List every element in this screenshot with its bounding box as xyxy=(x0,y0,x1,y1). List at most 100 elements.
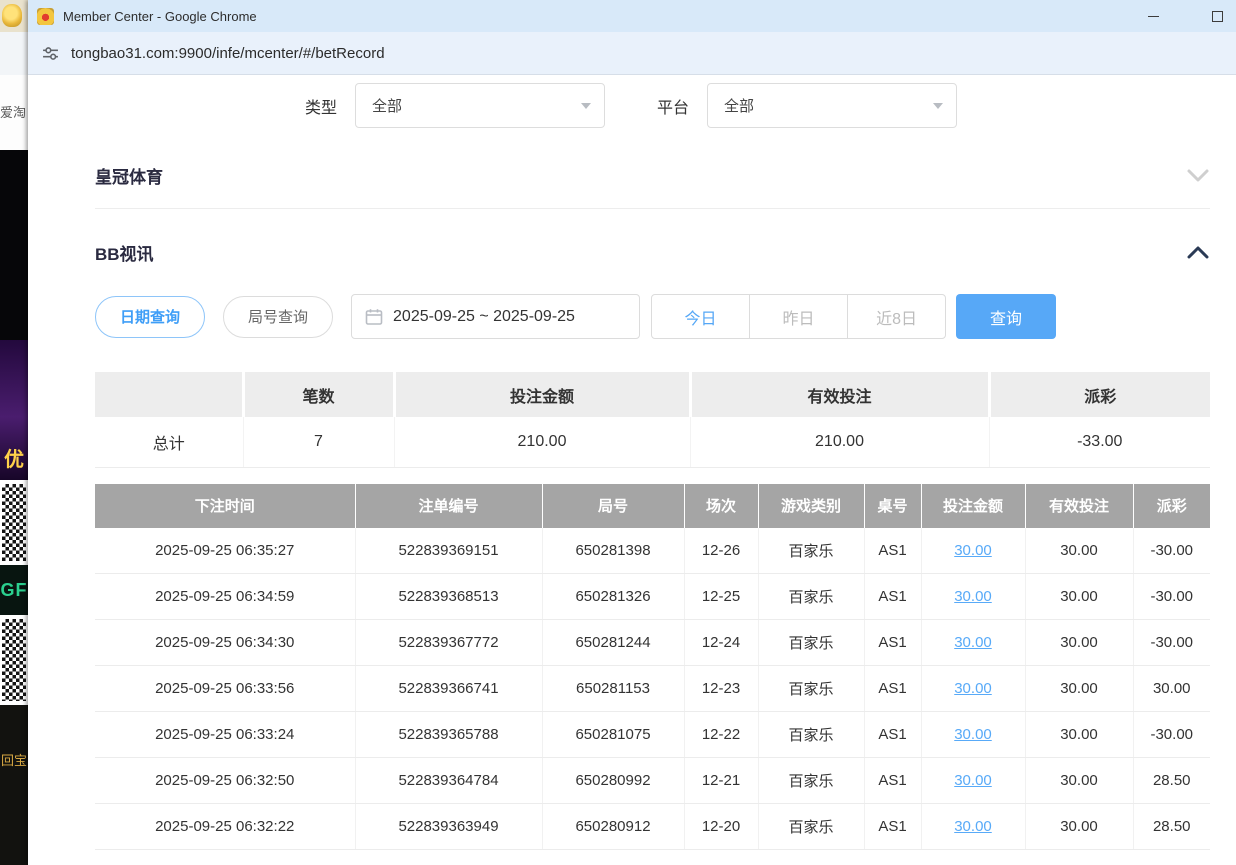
cell-table-no: AS1 xyxy=(864,712,921,758)
yesterday-button[interactable]: 昨日 xyxy=(749,294,848,339)
cell-valid: 30.00 xyxy=(1025,666,1133,712)
cell-bet-id: 522839369151 xyxy=(355,528,542,574)
summary-valid: 210.00 xyxy=(690,417,989,467)
cell-time: 2025-09-25 06:32:22 xyxy=(95,804,355,850)
cell-game: 百家乐 xyxy=(758,574,864,620)
cell-table-no: AS1 xyxy=(864,574,921,620)
cell-bet-id: 522839368513 xyxy=(355,574,542,620)
bet-amount-link[interactable]: 30.00 xyxy=(954,772,992,789)
summary-header-amount: 投注金额 xyxy=(394,372,690,417)
cell-bet-id: 522839364784 xyxy=(355,758,542,804)
section-divider xyxy=(95,208,1210,209)
cell-bet-id: 522839367772 xyxy=(355,620,542,666)
background-text-you: 优 xyxy=(4,443,24,480)
round-query-button[interactable]: 局号查询 xyxy=(223,296,333,338)
bet-amount-link[interactable]: 30.00 xyxy=(954,680,992,697)
summary-header-count: 笔数 xyxy=(243,372,394,417)
bet-table-header-row: 下注时间 注单编号 局号 场次 游戏类别 桌号 投注金额 有效投注 派彩 xyxy=(95,484,1210,528)
cell-game: 百家乐 xyxy=(758,620,864,666)
summary-header-payout: 派彩 xyxy=(989,372,1210,417)
bet-table-body: 2025-09-25 06:35:27522839369151650281398… xyxy=(95,528,1210,850)
section-crown-sports[interactable]: 皇冠体育 xyxy=(95,158,1210,192)
cell-bet-id: 522839365788 xyxy=(355,712,542,758)
type-select[interactable]: 全部 xyxy=(355,83,605,128)
last-8-days-button[interactable]: 近8日 xyxy=(847,294,946,339)
qr-pattern xyxy=(2,484,26,561)
cell-table-no: AS1 xyxy=(864,528,921,574)
type-select-value: 全部 xyxy=(372,95,402,116)
cell-amount: 30.00 xyxy=(921,574,1025,620)
cell-session: 12-21 xyxy=(684,758,758,804)
bet-record-table: 下注时间 注单编号 局号 场次 游戏类别 桌号 投注金额 有效投注 派彩 202… xyxy=(95,484,1210,851)
qr-pattern xyxy=(2,619,26,701)
maximize-button[interactable] xyxy=(1202,1,1232,31)
cell-game: 百家乐 xyxy=(758,804,864,850)
background-taskbar-area xyxy=(0,0,28,32)
cell-session: 12-20 xyxy=(684,804,758,850)
background-dark-area xyxy=(0,150,28,340)
bet-amount-link[interactable]: 30.00 xyxy=(954,634,992,651)
col-valid-bet: 有效投注 xyxy=(1025,484,1133,528)
date-range-picker[interactable]: 2025-09-25 ~ 2025-09-25 xyxy=(351,294,640,339)
cell-payout: 28.50 xyxy=(1133,758,1210,804)
background-text-gf: GF xyxy=(1,580,28,601)
summary-count: 7 xyxy=(243,417,394,467)
date-query-button[interactable]: 日期查询 xyxy=(95,296,205,338)
today-button[interactable]: 今日 xyxy=(651,294,750,339)
background-logo-area: GF xyxy=(0,565,28,615)
platform-label: 平台 xyxy=(657,94,689,118)
cell-time: 2025-09-25 06:33:56 xyxy=(95,666,355,712)
chevron-up-icon[interactable] xyxy=(1186,245,1210,260)
cell-session: 12-23 xyxy=(684,666,758,712)
cell-amount: 30.00 xyxy=(921,712,1025,758)
query-button[interactable]: 查询 xyxy=(956,294,1056,339)
cell-table-no: AS1 xyxy=(864,620,921,666)
bet-amount-link[interactable]: 30.00 xyxy=(954,726,992,743)
cell-valid: 30.00 xyxy=(1025,712,1133,758)
browser-address-bar: tongbao31.com:9900/infe/mcenter/#/betRec… xyxy=(28,32,1236,75)
main-content: 皇冠体育 BB视讯 日期查询 局号查询 xyxy=(95,158,1210,850)
browser-window: Member Center - Google Chrome tongbao31.… xyxy=(28,0,1236,865)
cell-bet-id: 522839363949 xyxy=(355,804,542,850)
summary-amount: 210.00 xyxy=(394,417,690,467)
cell-valid: 30.00 xyxy=(1025,758,1133,804)
url-text[interactable]: tongbao31.com:9900/infe/mcenter/#/betRec… xyxy=(71,45,385,62)
page-content: 类型 全部 平台 全部 皇冠体育 BB视讯 xyxy=(28,75,1236,865)
cell-game: 百家乐 xyxy=(758,666,864,712)
cell-game: 百家乐 xyxy=(758,528,864,574)
platform-select[interactable]: 全部 xyxy=(707,83,957,128)
col-table-no: 桌号 xyxy=(864,484,921,528)
summary-total-row: 总计 7 210.00 210.00 -33.00 xyxy=(95,417,1210,467)
bet-amount-link[interactable]: 30.00 xyxy=(954,542,992,559)
desktop-background-strip: 爱淘 优 GF 回宝 xyxy=(0,0,28,865)
quick-range-group: 今日 昨日 近8日 xyxy=(651,294,946,339)
cell-valid: 30.00 xyxy=(1025,804,1133,850)
summary-header-row: 笔数 投注金额 有效投注 派彩 xyxy=(95,372,1210,417)
minimize-button[interactable] xyxy=(1138,1,1168,31)
cell-session: 12-25 xyxy=(684,574,758,620)
cell-time: 2025-09-25 06:32:50 xyxy=(95,758,355,804)
cell-payout: 30.00 xyxy=(1133,666,1210,712)
section-title: 皇冠体育 xyxy=(95,163,163,188)
cell-table-no: AS1 xyxy=(864,804,921,850)
cell-round: 650281326 xyxy=(542,574,684,620)
cell-bet-id: 522839366741 xyxy=(355,666,542,712)
window-title: Member Center - Google Chrome xyxy=(63,9,257,24)
bet-amount-link[interactable]: 30.00 xyxy=(954,818,992,835)
table-row: 2025-09-25 06:33:24522839365788650281075… xyxy=(95,712,1210,758)
cell-payout: -30.00 xyxy=(1133,574,1210,620)
site-settings-icon[interactable] xyxy=(42,45,59,62)
chevron-down-icon[interactable] xyxy=(1186,168,1210,183)
col-bet-time: 下注时间 xyxy=(95,484,355,528)
cell-round: 650281244 xyxy=(542,620,684,666)
section-bb-video[interactable]: BB视讯 xyxy=(95,235,1210,269)
calendar-icon xyxy=(365,308,383,326)
window-controls xyxy=(1138,0,1232,32)
background-bottom-area: 回宝 xyxy=(0,705,28,865)
bet-amount-link[interactable]: 30.00 xyxy=(954,588,992,605)
col-bet-id: 注单编号 xyxy=(355,484,542,528)
table-row: 2025-09-25 06:34:59522839368513650281326… xyxy=(95,574,1210,620)
app-icon xyxy=(37,8,54,25)
cell-time: 2025-09-25 06:34:59 xyxy=(95,574,355,620)
cell-time: 2025-09-25 06:35:27 xyxy=(95,528,355,574)
